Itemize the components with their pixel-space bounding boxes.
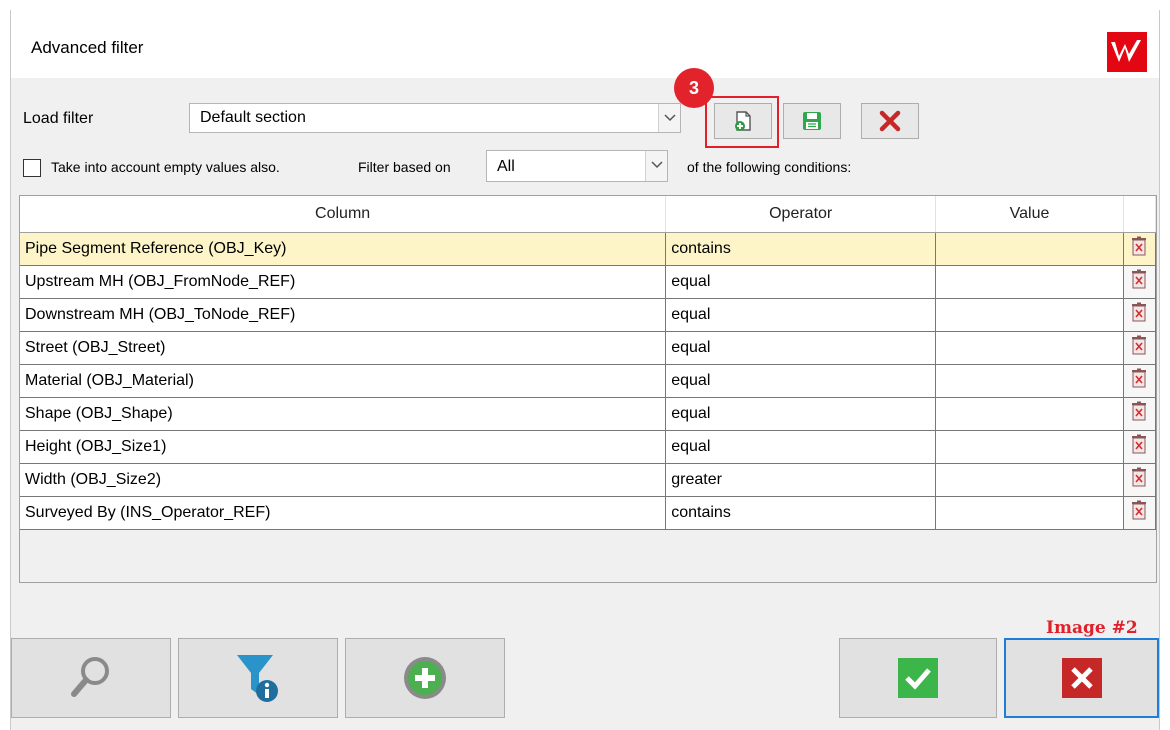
grid-header-row: Column Operator Value bbox=[20, 196, 1157, 233]
save-filter-button[interactable] bbox=[783, 103, 841, 139]
cell-value[interactable] bbox=[935, 232, 1124, 266]
table-row[interactable]: Width (OBJ_Size2) greater bbox=[20, 463, 1157, 497]
delete-row-button[interactable] bbox=[1123, 496, 1157, 530]
trash-icon bbox=[1131, 434, 1147, 459]
table-row[interactable]: Street (OBJ_Street) equal bbox=[20, 331, 1157, 365]
cancel-button[interactable] bbox=[1004, 638, 1159, 718]
conditions-suffix-label: of the following conditions: bbox=[687, 159, 852, 175]
brand-logo-icon bbox=[1107, 32, 1147, 72]
add-condition-button[interactable] bbox=[345, 638, 505, 718]
advanced-filter-dialog: Advanced filter Load filter Default sect… bbox=[10, 10, 1160, 730]
cell-column[interactable]: Upstream MH (OBJ_FromNode_REF) bbox=[20, 265, 667, 299]
load-filter-select[interactable]: Default section bbox=[189, 103, 681, 133]
cell-operator[interactable]: equal bbox=[665, 430, 937, 464]
conditions-grid: Column Operator Value Pipe Segment Refer… bbox=[19, 195, 1157, 583]
trash-icon bbox=[1131, 467, 1147, 492]
delete-row-button[interactable] bbox=[1123, 364, 1157, 398]
trash-icon bbox=[1131, 269, 1147, 294]
filter-based-on-label: Filter based on bbox=[358, 159, 451, 175]
delete-filter-button[interactable] bbox=[861, 103, 919, 139]
delete-row-button[interactable] bbox=[1123, 331, 1157, 365]
delete-row-button[interactable] bbox=[1123, 397, 1157, 431]
table-row[interactable]: Material (OBJ_Material) equal bbox=[20, 364, 1157, 398]
filter-based-on-select[interactable]: All bbox=[486, 150, 668, 182]
cell-column[interactable]: Width (OBJ_Size2) bbox=[20, 463, 667, 497]
cell-value[interactable] bbox=[935, 496, 1124, 530]
grid-body: Pipe Segment Reference (OBJ_Key) contains… bbox=[20, 232, 1157, 530]
cell-value[interactable] bbox=[935, 298, 1124, 332]
trash-icon bbox=[1131, 500, 1147, 525]
trash-icon bbox=[1131, 236, 1147, 261]
delete-row-button[interactable] bbox=[1123, 298, 1157, 332]
window-title: Advanced filter bbox=[31, 38, 144, 57]
table-row[interactable]: Upstream MH (OBJ_FromNode_REF) equal bbox=[20, 265, 1157, 299]
cell-value[interactable] bbox=[935, 331, 1124, 365]
empty-values-label: Take into account empty values also. bbox=[51, 159, 280, 175]
table-row[interactable]: Downstream MH (OBJ_ToNode_REF) equal bbox=[20, 298, 1157, 332]
table-row[interactable]: Pipe Segment Reference (OBJ_Key) contains bbox=[20, 232, 1157, 266]
cell-column[interactable]: Height (OBJ_Size1) bbox=[20, 430, 667, 464]
cell-column[interactable]: Material (OBJ_Material) bbox=[20, 364, 667, 398]
operator-header[interactable]: Operator bbox=[665, 196, 937, 233]
cell-value[interactable] bbox=[935, 463, 1124, 497]
filter-info-button[interactable] bbox=[178, 638, 338, 718]
filter-based-on-value: All bbox=[497, 158, 515, 175]
chevron-down-icon[interactable] bbox=[645, 151, 667, 181]
cell-value[interactable] bbox=[935, 397, 1124, 431]
table-row[interactable]: Height (OBJ_Size1) equal bbox=[20, 430, 1157, 464]
trash-icon bbox=[1131, 368, 1147, 393]
image-label: Image #2 bbox=[1046, 618, 1138, 638]
trash-icon bbox=[1131, 335, 1147, 360]
search-button[interactable] bbox=[11, 638, 171, 718]
cell-operator[interactable]: equal bbox=[665, 298, 937, 332]
delete-row-button[interactable] bbox=[1123, 232, 1157, 266]
delete-row-button[interactable] bbox=[1123, 463, 1157, 497]
column-header[interactable]: Column bbox=[20, 196, 667, 233]
cell-value[interactable] bbox=[935, 265, 1124, 299]
cell-operator[interactable]: equal bbox=[665, 364, 937, 398]
cell-column[interactable]: Shape (OBJ_Shape) bbox=[20, 397, 667, 431]
cell-operator[interactable]: equal bbox=[665, 331, 937, 365]
trash-icon bbox=[1131, 302, 1147, 327]
trash-icon bbox=[1131, 401, 1147, 426]
load-filter-label: Load filter bbox=[23, 110, 94, 127]
value-header[interactable]: Value bbox=[935, 196, 1124, 233]
cell-column[interactable]: Pipe Segment Reference (OBJ_Key) bbox=[20, 232, 667, 266]
cell-operator[interactable]: equal bbox=[665, 397, 937, 431]
conditions-table: Column Operator Value Pipe Segment Refer… bbox=[20, 196, 1157, 530]
cell-column[interactable]: Street (OBJ_Street) bbox=[20, 331, 667, 365]
cell-operator[interactable]: contains bbox=[665, 496, 937, 530]
delete-row-button[interactable] bbox=[1123, 265, 1157, 299]
step-badge: 3 bbox=[674, 68, 714, 108]
table-row[interactable]: Shape (OBJ_Shape) equal bbox=[20, 397, 1157, 431]
cell-value[interactable] bbox=[935, 364, 1124, 398]
cell-operator[interactable]: contains bbox=[665, 232, 937, 266]
chevron-down-icon[interactable] bbox=[658, 104, 680, 132]
empty-values-checkbox[interactable] bbox=[23, 159, 41, 177]
delete-row-button[interactable] bbox=[1123, 430, 1157, 464]
ok-button[interactable] bbox=[839, 638, 997, 718]
title-bar: Advanced filter bbox=[11, 10, 1159, 78]
cell-operator[interactable]: equal bbox=[665, 265, 937, 299]
screenshot-stage: Advanced filter Load filter Default sect… bbox=[0, 0, 1170, 730]
cell-value[interactable] bbox=[935, 430, 1124, 464]
delete-header bbox=[1123, 196, 1157, 233]
table-row[interactable]: Surveyed By (INS_Operator_REF) contains bbox=[20, 496, 1157, 530]
cell-column[interactable]: Downstream MH (OBJ_ToNode_REF) bbox=[20, 298, 667, 332]
cell-column[interactable]: Surveyed By (INS_Operator_REF) bbox=[20, 496, 667, 530]
load-filter-value: Default section bbox=[200, 109, 306, 126]
new-filter-button[interactable] bbox=[714, 103, 772, 139]
cell-operator[interactable]: greater bbox=[665, 463, 937, 497]
